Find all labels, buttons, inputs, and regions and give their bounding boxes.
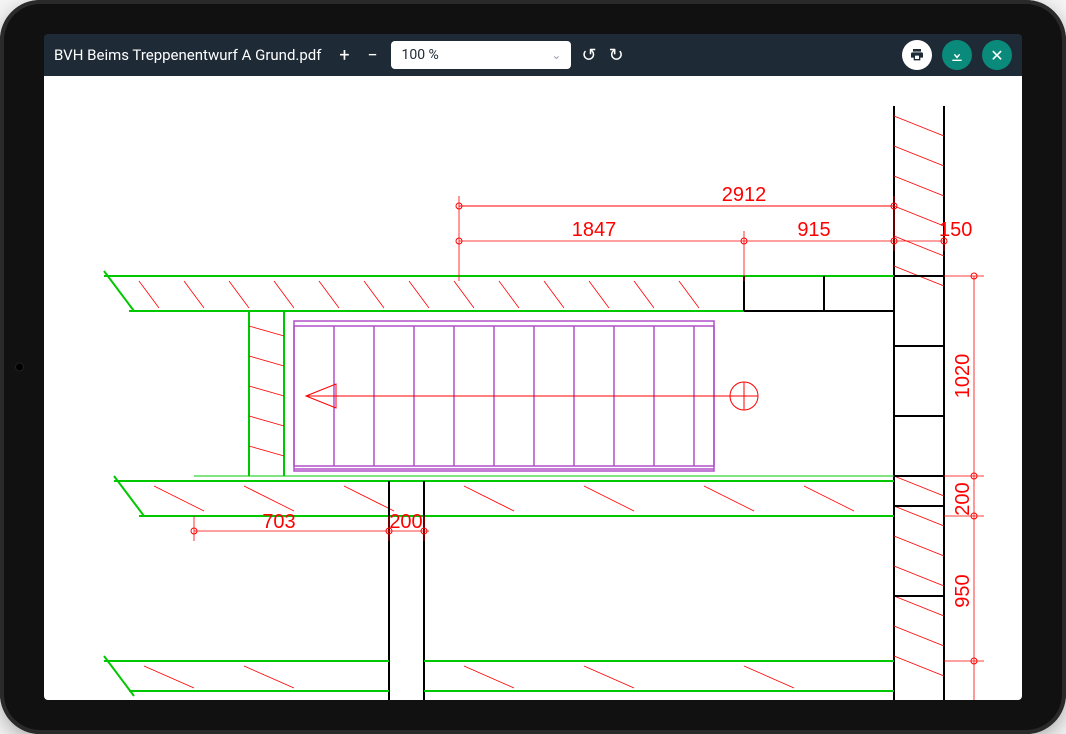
- download-button[interactable]: [942, 40, 972, 70]
- tablet-frame: BVH Beims Treppenentwurf A Grund.pdf + −…: [0, 0, 1066, 734]
- dim-right-c: 950: [952, 574, 974, 607]
- history-controls: ↺ ↻: [581, 45, 623, 66]
- dim-right-b: 200: [952, 482, 974, 515]
- print-button[interactable]: [902, 40, 932, 70]
- download-icon: [949, 47, 965, 63]
- dim-top-wall: 150: [939, 219, 972, 241]
- pdf-toolbar: BVH Beims Treppenentwurf A Grund.pdf + −…: [44, 34, 1022, 76]
- close-button[interactable]: ✕: [982, 40, 1012, 70]
- dim-bottom-a: 703: [262, 511, 295, 533]
- dim-top-right: 915: [797, 219, 830, 241]
- document-canvas[interactable]: 2912 1847 915 150 1020 200 950: [44, 76, 1022, 700]
- close-icon: ✕: [990, 46, 1003, 65]
- dim-top-left: 1847: [572, 219, 617, 241]
- redo-button[interactable]: ↻: [609, 45, 624, 66]
- chevron-down-icon: ⌄: [551, 48, 561, 62]
- zoom-level-value: 100 %: [401, 47, 438, 63]
- toolbar-right: ✕: [902, 40, 1012, 70]
- zoom-level-select[interactable]: 100 % ⌄: [391, 41, 571, 69]
- app-screen: BVH Beims Treppenentwurf A Grund.pdf + −…: [44, 34, 1022, 700]
- undo-button[interactable]: ↺: [581, 45, 596, 66]
- technical-drawing: 2912 1847 915 150 1020 200 950: [44, 76, 1022, 700]
- dim-top-total: 2912: [722, 184, 767, 206]
- zoom-out-button[interactable]: −: [363, 45, 381, 66]
- printer-icon: [909, 47, 925, 63]
- zoom-in-button[interactable]: +: [335, 45, 353, 66]
- dim-right-a: 1020: [952, 354, 974, 399]
- zoom-controls: + − 100 % ⌄ ↺ ↻: [335, 41, 623, 69]
- dim-bottom-b: 200: [389, 511, 422, 533]
- toolbar-left: BVH Beims Treppenentwurf A Grund.pdf + −…: [54, 41, 624, 69]
- document-filename: BVH Beims Treppenentwurf A Grund.pdf: [54, 46, 321, 64]
